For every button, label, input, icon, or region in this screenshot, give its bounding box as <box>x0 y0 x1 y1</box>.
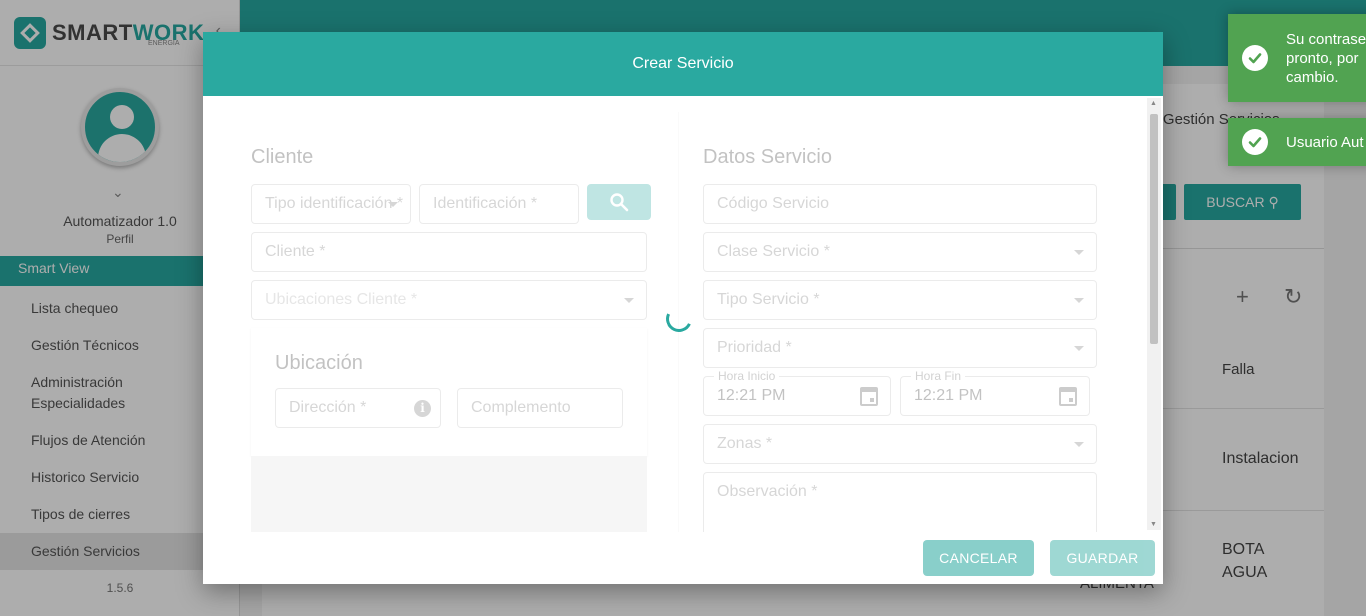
hora-inicio-label: Hora Inicio <box>714 369 780 383</box>
toast-message: Su contraseña pronto, por cambio. <box>1286 30 1366 86</box>
hora-fin-input[interactable]: Hora Fin 12:21 PM <box>900 369 1090 416</box>
cliente-input[interactable]: Cliente * <box>251 232 647 272</box>
chevron-down-icon <box>1074 346 1084 351</box>
identificacion-input[interactable]: Identificación * <box>419 184 579 224</box>
cliente-section: Cliente Tipo identificación * Identifica… <box>227 112 679 532</box>
scroll-down-icon[interactable]: ▼ <box>1150 521 1157 528</box>
prioridad-select[interactable]: Prioridad * <box>703 328 1097 368</box>
complemento-input[interactable]: Complemento <box>457 388 623 428</box>
chevron-down-icon <box>1074 442 1084 447</box>
chevron-down-icon <box>624 298 634 303</box>
chevron-down-icon <box>1074 250 1084 255</box>
check-circle-icon <box>1242 129 1268 155</box>
ubicaciones-cliente-select[interactable]: Ubicaciones Cliente * <box>251 280 647 320</box>
calendar-icon[interactable] <box>1059 387 1077 406</box>
chevron-down-icon <box>1074 298 1084 303</box>
search-client-button[interactable] <box>587 184 651 220</box>
toast-message: Usuario Aut <box>1286 133 1364 151</box>
chevron-down-icon <box>388 202 398 207</box>
search-icon <box>610 193 629 212</box>
zonas-select[interactable]: Zonas * <box>703 424 1097 464</box>
observacion-textarea[interactable]: Observación * <box>703 472 1097 532</box>
info-icon[interactable]: i <box>414 400 431 417</box>
codigo-servicio-input[interactable]: Código Servicio <box>703 184 1097 224</box>
ubicacion-title: Ubicación <box>275 352 363 374</box>
direccion-input[interactable]: Dirección * i <box>275 388 441 428</box>
dialog-scrollbar[interactable]: ▲ ▼ <box>1147 98 1161 530</box>
hora-fin-label: Hora Fin <box>911 369 966 383</box>
ubicacion-panel: Ubicación Dirección * i Complemento <box>251 328 647 456</box>
clase-servicio-select[interactable]: Clase Servicio * <box>703 232 1097 272</box>
dialog-actions: CANCELAR GUARDAR <box>203 532 1163 584</box>
map-placeholder <box>251 456 647 532</box>
cancel-button[interactable]: CANCELAR <box>923 540 1034 576</box>
toast-success[interactable]: Usuario Aut <box>1228 118 1366 166</box>
cliente-title: Cliente <box>251 146 314 168</box>
check-circle-icon <box>1242 45 1268 71</box>
hora-inicio-input[interactable]: Hora Inicio 12:21 PM <box>703 369 891 416</box>
scroll-up-icon[interactable]: ▲ <box>1150 100 1157 107</box>
tipo-servicio-select[interactable]: Tipo Servicio * <box>703 280 1097 320</box>
save-button[interactable]: GUARDAR <box>1050 540 1155 576</box>
datos-servicio-section: Datos Servicio Código Servicio Clase Ser… <box>679 112 1125 532</box>
calendar-icon[interactable] <box>860 387 878 406</box>
dialog-title: Crear Servicio <box>203 32 1163 96</box>
toast-success[interactable]: Su contraseña pronto, por cambio. <box>1228 14 1366 102</box>
scroll-thumb[interactable] <box>1150 114 1158 344</box>
datos-servicio-title: Datos Servicio <box>703 146 832 168</box>
tipo-identificacion-select[interactable]: Tipo identificación * <box>251 184 411 224</box>
